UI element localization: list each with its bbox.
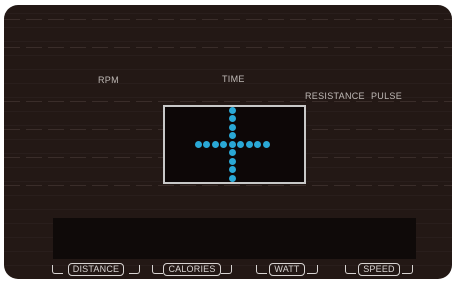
plus-sign-icon (165, 106, 304, 182)
watt-button[interactable]: WATT (256, 262, 318, 276)
bracket-left-icon (345, 265, 356, 274)
distance-button-label: DISTANCE (67, 262, 125, 276)
display-dot (228, 140, 236, 148)
speed-button[interactable]: SPEED (345, 262, 413, 276)
panel-dash-line (4, 185, 452, 186)
display-dot (211, 140, 219, 148)
display-dot (254, 140, 261, 148)
bracket-left-icon (152, 265, 163, 274)
display-dot (194, 140, 202, 148)
panel-dash-line (4, 19, 452, 20)
display-dot (262, 140, 270, 148)
calories-button[interactable]: CALORIES (152, 262, 232, 276)
display-dot (228, 174, 236, 182)
display-dot (245, 140, 253, 148)
display-dot (228, 132, 236, 139)
rpm-label: RPM (98, 75, 119, 85)
bracket-right-icon (221, 265, 232, 274)
calories-button-label: CALORIES (163, 262, 221, 276)
display-dot (228, 157, 236, 165)
display-dot (228, 115, 236, 122)
panel-dash-line (4, 47, 452, 48)
resistance-label: RESISTANCE (305, 91, 365, 101)
display-dot (228, 123, 236, 131)
bracket-left-icon (256, 265, 267, 274)
watt-button-label: WATT (269, 262, 305, 276)
bracket-right-icon (307, 265, 318, 274)
display-dot (228, 166, 236, 173)
console-panel: RPM TIME RESISTANCE PULSE DISTANCE CALOR… (4, 5, 452, 279)
lower-display-panel (53, 218, 416, 259)
display-dot (203, 140, 210, 148)
distance-button[interactable]: DISTANCE (52, 262, 140, 276)
bracket-left-icon (52, 265, 63, 274)
panel-dash-line (4, 101, 452, 102)
display-dot (220, 140, 227, 148)
bracket-right-icon (402, 265, 413, 274)
display-dot (228, 149, 236, 156)
display-dot (228, 106, 236, 114)
display-dot (237, 140, 244, 148)
time-label: TIME (222, 74, 245, 84)
bracket-right-icon (129, 265, 140, 274)
dot-matrix-display (163, 105, 306, 184)
speed-button-label: SPEED (358, 262, 400, 276)
pulse-label: PULSE (371, 91, 403, 101)
